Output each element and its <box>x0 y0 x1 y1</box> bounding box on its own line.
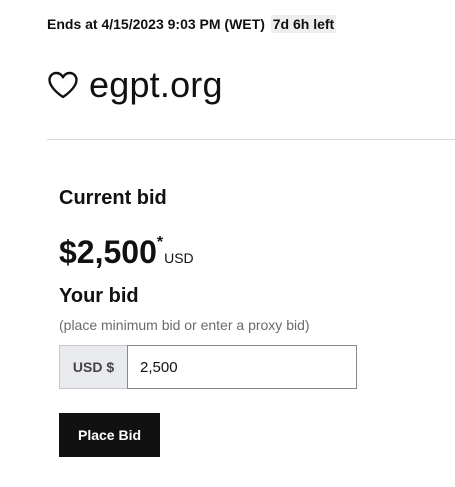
your-bid-label: Your bid <box>59 285 139 307</box>
bid-input-group: USD $ <box>59 345 357 389</box>
current-bid-label: Current bid <box>59 187 167 209</box>
auction-end-time: Ends at 4/15/2023 9:03 PM (WET) <box>47 16 265 32</box>
current-bid-price: $2,500*USD <box>59 234 194 271</box>
divider <box>47 139 455 140</box>
time-left-badge: 7d 6h left <box>270 15 337 33</box>
auction-page: Ends at 4/15/2023 9:03 PM (WET) 7d 6h le… <box>0 0 455 487</box>
domain-title-row: egpt.org <box>47 64 223 106</box>
domain-name: egpt.org <box>89 64 223 105</box>
price-asterisk: * <box>156 234 164 251</box>
auction-end-info: Ends at 4/15/2023 9:03 PM (WET) 7d 6h le… <box>47 15 337 33</box>
heart-icon[interactable] <box>47 71 79 99</box>
currency-prefix: USD $ <box>59 345 127 389</box>
bid-amount-input[interactable] <box>127 345 357 389</box>
price-currency: USD <box>164 250 194 266</box>
current-bid-amount: $2,500 <box>59 234 157 270</box>
bid-hint: (place minimum bid or enter a proxy bid) <box>59 317 310 333</box>
place-bid-button[interactable]: Place Bid <box>59 413 160 457</box>
